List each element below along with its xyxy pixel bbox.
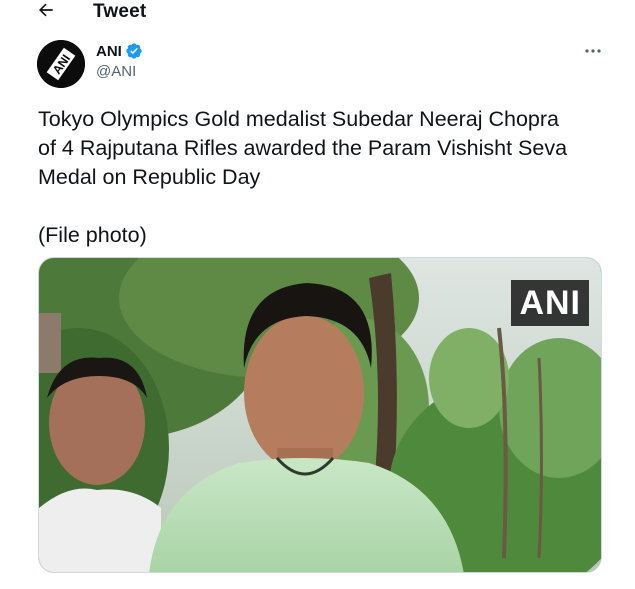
avatar[interactable]: ANI: [37, 40, 85, 88]
page-title: Tweet: [93, 1, 147, 22]
author-handle[interactable]: @ANI: [96, 63, 136, 80]
arrow-left-icon: [36, 0, 56, 25]
more-horizontal-icon: [584, 41, 602, 59]
ani-logo: ANI: [37, 40, 85, 88]
top-bar: Tweet: [0, 0, 635, 26]
ani-watermark: ANI: [511, 280, 589, 326]
more-options-button[interactable]: [580, 40, 606, 60]
tweet-text-line: Medal on Republic Day: [38, 165, 261, 189]
text-spacer: [38, 192, 613, 221]
verified-badge-icon: [125, 42, 143, 60]
tweet-text: Tokyo Olympics Gold medalist Subedar Nee…: [38, 105, 613, 250]
author-name[interactable]: ANI: [96, 42, 143, 60]
tweet-photo[interactable]: ANI: [38, 257, 602, 573]
tweet-text-note: (File photo): [38, 223, 147, 247]
tweet-text-line: Tokyo Olympics Gold medalist Subedar Nee…: [38, 107, 560, 131]
back-button[interactable]: [32, 0, 60, 24]
tweet-text-line: of 4 Rajputana Rifles awarded the Param …: [38, 136, 568, 160]
author-name-text: ANI: [96, 42, 122, 60]
